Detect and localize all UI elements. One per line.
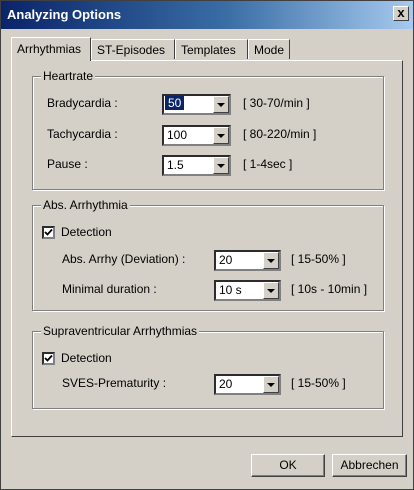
pause-range: [ 1-4sec ] (243, 157, 293, 171)
supraventricular-detection-label: Detection (61, 351, 112, 365)
supraventricular-group: Supraventricular Arrhythmias Detection S… (32, 324, 384, 409)
tab-templates[interactable]: Templates (175, 39, 248, 59)
bradycardia-value: 50 (165, 96, 185, 110)
deviation-range: [ 15-50% ] (291, 252, 346, 266)
ok-button[interactable]: OK (251, 454, 325, 477)
checkmark-icon (44, 354, 53, 362)
minimal-duration-select[interactable]: 10 s (214, 280, 281, 301)
cancel-button[interactable]: Abbrechen (332, 454, 407, 477)
pause-value: 1.5 (167, 158, 184, 172)
tab-templates-label: Templates (181, 43, 236, 57)
chevron-down-icon[interactable] (263, 376, 279, 393)
analyzing-options-dialog: Analyzing Options x Arrhythmias ST-Episo… (0, 0, 414, 490)
pause-label: Pause : (47, 157, 88, 171)
tab-mode[interactable]: Mode (248, 39, 290, 59)
tachycardia-select[interactable]: 100 (162, 125, 231, 146)
chevron-down-icon[interactable] (263, 252, 279, 269)
abs-arrhythmia-detection-label: Detection (61, 225, 112, 239)
tab-st-episodes[interactable]: ST-Episodes (91, 39, 175, 59)
heartrate-group: Heartrate Bradycardia : 50 [ 30-70/min ]… (32, 69, 384, 190)
sves-prematurity-value: 20 (219, 377, 233, 391)
sves-prematurity-select[interactable]: 20 (214, 374, 281, 395)
bradycardia-label: Bradycardia : (47, 96, 118, 110)
chevron-down-icon[interactable] (213, 96, 229, 113)
tab-arrhythmias-label: Arrhythmias (17, 42, 82, 56)
checkmark-icon (44, 228, 53, 236)
tachycardia-label: Tachycardia : (47, 127, 118, 141)
arrhythmias-panel: Heartrate Bradycardia : 50 [ 30-70/min ]… (11, 60, 403, 437)
abs-arrhythmia-group-title: Abs. Arrhythmia (41, 198, 130, 212)
abs-arrhythmia-detection-checkbox[interactable] (42, 226, 55, 239)
title-bar[interactable]: Analyzing Options x (1, 1, 413, 29)
deviation-label: Abs. Arrhy (Deviation) : (62, 252, 186, 266)
tachycardia-value: 100 (167, 128, 188, 142)
tab-st-episodes-label: ST-Episodes (97, 43, 166, 57)
supraventricular-detection-checkbox[interactable] (42, 352, 55, 365)
tachycardia-range: [ 80-220/min ] (243, 127, 317, 141)
heartrate-group-title: Heartrate (41, 69, 96, 83)
tab-arrhythmias[interactable]: Arrhythmias (11, 37, 91, 61)
pause-select[interactable]: 1.5 (162, 155, 231, 176)
window-title: Analyzing Options (7, 7, 122, 22)
chevron-down-icon[interactable] (213, 127, 229, 144)
minimal-duration-label: Minimal duration : (62, 282, 157, 296)
sves-prematurity-label: SVES-Prematurity : (62, 376, 167, 390)
sves-prematurity-range: [ 15-50% ] (291, 376, 346, 390)
close-button[interactable]: x (393, 6, 409, 21)
tab-mode-label: Mode (254, 43, 285, 57)
minimal-duration-range: [ 10s - 10min ] (291, 282, 368, 296)
bradycardia-range: [ 30-70/min ] (243, 96, 310, 110)
minimal-duration-value: 10 s (219, 283, 242, 297)
chevron-down-icon[interactable] (263, 282, 279, 299)
deviation-select[interactable]: 20 (214, 250, 281, 271)
bradycardia-select[interactable]: 50 (162, 94, 231, 115)
supraventricular-group-title: Supraventricular Arrhythmias (41, 324, 200, 338)
chevron-down-icon[interactable] (213, 157, 229, 174)
abs-arrhythmia-group: Abs. Arrhythmia Detection Abs. Arrhy (De… (32, 198, 384, 311)
deviation-value: 20 (219, 253, 233, 267)
